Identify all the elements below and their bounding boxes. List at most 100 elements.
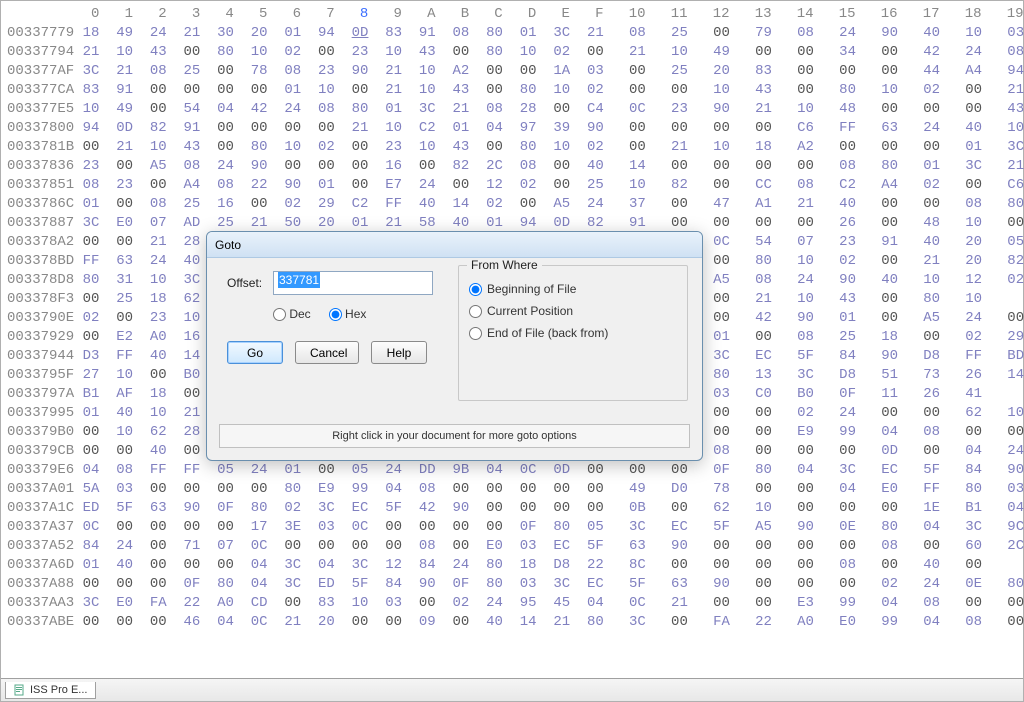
hex-byte[interactable]: 24 [587, 196, 604, 212]
hex-byte[interactable]: EC [873, 462, 898, 478]
hex-byte[interactable]: 16 [385, 158, 402, 174]
hex-byte[interactable]: 01 [915, 158, 940, 174]
hex-byte[interactable]: 00 [915, 405, 940, 421]
hex-byte[interactable]: 00 [663, 158, 688, 174]
hex-byte[interactable]: 00 [663, 196, 688, 212]
hex-byte[interactable]: 00 [352, 177, 369, 193]
hex-byte[interactable]: 80 [520, 82, 537, 98]
hex-byte[interactable]: 04 [873, 424, 898, 440]
hex-byte[interactable]: 00 [789, 44, 814, 60]
hex-byte[interactable]: 00 [83, 576, 100, 592]
hex-byte[interactable]: 80 [999, 576, 1024, 592]
hex-byte[interactable]: 04 [486, 462, 503, 478]
hex-byte[interactable]: 22 [587, 557, 604, 573]
hex-byte[interactable]: 08 [747, 272, 772, 288]
hex-byte[interactable]: 99 [831, 424, 856, 440]
hex-byte[interactable]: 00 [705, 177, 730, 193]
hex-byte[interactable]: 00 [747, 405, 772, 421]
hex-byte[interactable]: 01 [352, 215, 369, 231]
hex-byte[interactable]: 00 [116, 519, 133, 535]
hex-byte[interactable]: 0C [705, 234, 730, 250]
hex-byte[interactable]: 00 [747, 595, 772, 611]
hex-byte[interactable]: 08 [150, 63, 167, 79]
hex-byte[interactable]: A4 [873, 177, 898, 193]
hex-byte[interactable]: A5 [915, 310, 940, 326]
hex-byte[interactable]: A0 [789, 614, 814, 630]
hex-byte[interactable]: 07 [150, 215, 167, 231]
hex-byte[interactable]: FA [150, 595, 167, 611]
hex-byte[interactable]: 10 [318, 82, 335, 98]
hex-byte[interactable]: 00 [553, 481, 570, 497]
hex-byte[interactable]: 23 [318, 63, 335, 79]
hex-byte[interactable]: 21 [184, 405, 201, 421]
hex-byte[interactable]: 39 [553, 120, 570, 136]
hex-byte[interactable]: 18 [83, 25, 100, 41]
hex-byte[interactable]: 3C [621, 614, 646, 630]
hex-byte[interactable]: FF [385, 196, 402, 212]
hex-byte[interactable]: 00 [663, 120, 688, 136]
hex-byte[interactable]: A4 [184, 177, 201, 193]
hex-byte[interactable]: 08 [789, 25, 814, 41]
hex-byte[interactable]: 21 [184, 25, 201, 41]
hex-byte[interactable]: 42 [747, 310, 772, 326]
hex-byte[interactable]: 40 [915, 234, 940, 250]
hex-byte[interactable]: 21 [284, 614, 301, 630]
hex-byte[interactable]: 01 [957, 139, 982, 155]
hex-byte[interactable]: 00 [747, 120, 772, 136]
hex-byte[interactable]: FA [705, 614, 730, 630]
hex-byte[interactable]: 14 [453, 196, 470, 212]
hex-byte[interactable]: 00 [587, 44, 604, 60]
hex-byte[interactable]: 21 [663, 595, 688, 611]
hex-byte[interactable]: 00 [957, 595, 982, 611]
hex-byte[interactable]: 10 [184, 310, 201, 326]
hex-byte[interactable]: 00 [789, 557, 814, 573]
hex-byte[interactable]: 00 [587, 481, 604, 497]
hex-byte[interactable]: 73 [915, 367, 940, 383]
help-button[interactable]: Help [371, 341, 427, 364]
hex-byte[interactable]: 90 [352, 63, 369, 79]
hex-byte[interactable]: 24 [915, 120, 940, 136]
hex-byte[interactable]: 00 [150, 557, 167, 573]
hex-byte[interactable]: 0F [217, 500, 234, 516]
hex-byte[interactable]: 04 [83, 462, 100, 478]
hex-byte[interactable]: 21 [915, 253, 940, 269]
hex-byte[interactable]: 00 [150, 367, 167, 383]
hex-byte[interactable]: EC [747, 348, 772, 364]
hex-byte[interactable]: 00 [453, 481, 470, 497]
hex-byte[interactable]: 3C [957, 158, 982, 174]
hex-byte[interactable]: 00 [915, 196, 940, 212]
hex-byte[interactable]: 00 [150, 177, 167, 193]
hex-byte[interactable]: 02 [999, 272, 1024, 288]
hex-byte[interactable]: 5F [587, 538, 604, 554]
hex-byte[interactable]: 10 [116, 367, 133, 383]
hex-byte[interactable]: 43 [453, 139, 470, 155]
hex-byte[interactable]: 08 [789, 329, 814, 345]
hex-byte[interactable]: 00 [621, 462, 646, 478]
hex-byte[interactable]: 00 [873, 215, 898, 231]
hex-byte[interactable]: A5 [705, 272, 730, 288]
hex-byte[interactable]: 08 [419, 538, 436, 554]
hex-byte[interactable]: 25 [184, 63, 201, 79]
hex-byte[interactable]: 08 [83, 177, 100, 193]
hex-byte[interactable]: 10 [915, 272, 940, 288]
hex-byte[interactable]: 25 [663, 63, 688, 79]
hex-byte[interactable]: 8C [621, 557, 646, 573]
hex-byte[interactable]: 18 [873, 329, 898, 345]
hex-byte[interactable]: 02 [553, 44, 570, 60]
status-tab-file[interactable]: ISS Pro E... [5, 682, 96, 699]
hex-byte[interactable]: 0C [83, 519, 100, 535]
hex-byte[interactable]: 00 [184, 386, 201, 402]
hex-byte[interactable]: 00 [705, 158, 730, 174]
hex-byte[interactable]: 00 [789, 82, 814, 98]
hex-byte[interactable]: 00 [150, 519, 167, 535]
hex-byte[interactable]: 28 [184, 234, 201, 250]
hex-byte[interactable]: 00 [150, 481, 167, 497]
hex-byte[interactable]: 05 [217, 462, 234, 478]
hex-byte[interactable]: 04 [999, 500, 1024, 516]
hex-byte[interactable]: 80 [587, 614, 604, 630]
hex-byte[interactable]: 3C [352, 557, 369, 573]
hex-byte[interactable]: 80 [486, 25, 503, 41]
hex-byte[interactable]: 10 [999, 405, 1024, 421]
hex-byte[interactable]: C6 [789, 120, 814, 136]
hex-byte[interactable]: 04 [251, 557, 268, 573]
